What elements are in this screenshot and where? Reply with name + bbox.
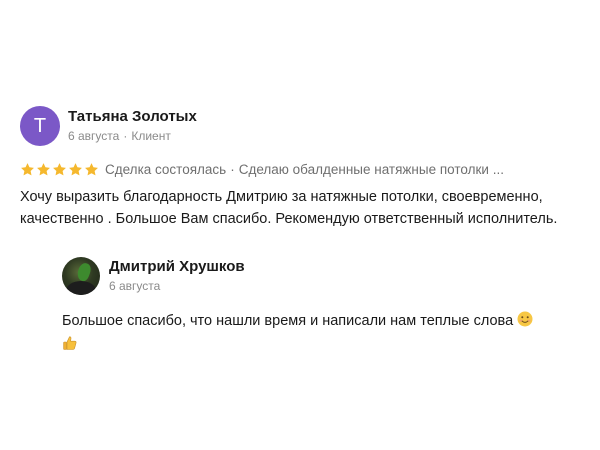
- review-text: Хочу выразить благодарность Дмитрию за н…: [20, 189, 558, 227]
- client-review: Т Татьяна Золотых 6 августа · Клиент Сделк…: [20, 104, 580, 230]
- author-name[interactable]: Татьяна Золотых: [68, 107, 197, 126]
- review-meta: 6 августа · Клиент: [68, 128, 197, 145]
- deal-info: Сделка состоялась · Сделаю обалденные натя…: [105, 162, 504, 177]
- review-card: Т Татьяна Золотых 6 августа · Клиент Сделк…: [0, 0, 600, 450]
- smiling-face-icon: [517, 311, 533, 327]
- thumbs-up-icon: [63, 336, 77, 350]
- reply-author-name[interactable]: Дмитрий Хрушков: [109, 257, 245, 276]
- deal-status: Сделка состоялась: [105, 161, 227, 177]
- avatar-leaf-shape: [75, 261, 93, 283]
- star-icon: [53, 162, 66, 175]
- reply-author-block: Дмитрий Хрушков 6 августа: [109, 257, 245, 295]
- review-header: Т Татьяна Золотых 6 августа · Клиент: [20, 104, 580, 148]
- meta-separator: ·: [123, 129, 128, 143]
- author-role: Клиент: [131, 129, 171, 143]
- star-icon: [21, 162, 34, 175]
- avatar[interactable]: Т: [20, 106, 60, 146]
- rating-row: Сделка состоялась · Сделаю обалденные натя…: [20, 160, 580, 178]
- avatar-person-shape: [66, 281, 96, 295]
- reply-text: Большое спасибо, что нашли время и напис…: [62, 310, 582, 354]
- avatar[interactable]: [62, 257, 100, 295]
- reply-text-content: Большое спасибо, что нашли время и напис…: [62, 313, 514, 329]
- star-icon: [69, 162, 82, 175]
- review-date: 6 августа: [68, 129, 120, 143]
- author-block: Татьяна Золотых 6 августа · Клиент: [68, 107, 197, 145]
- star-rating: [20, 162, 99, 177]
- star-icon: [37, 162, 50, 175]
- star-icon: [85, 162, 98, 175]
- executor-reply: Дмитрий Хрушков 6 августа Большое спасиб…: [62, 256, 582, 354]
- service-link[interactable]: Сделаю обалденные натяжные потолки ...: [239, 162, 504, 177]
- reply-header: Дмитрий Хрушков 6 августа: [62, 256, 582, 296]
- deal-separator: ·: [230, 161, 235, 177]
- reply-date: 6 августа: [109, 279, 161, 293]
